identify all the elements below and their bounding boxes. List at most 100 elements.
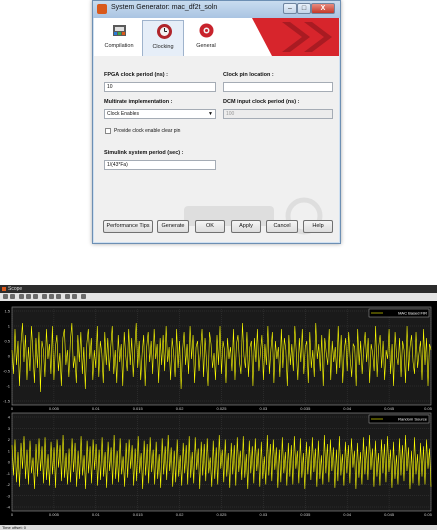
x-tick-label: 0 xyxy=(11,512,14,517)
restore-axes-icon[interactable] xyxy=(56,294,61,299)
xilinx-banner-graphic xyxy=(232,18,339,56)
x-tick-label: 0.02 xyxy=(176,406,185,411)
y-tick-label: -0.5 xyxy=(3,369,11,374)
legend: Random Source xyxy=(368,414,430,424)
x-tick-label: 0 xyxy=(11,406,14,411)
y-tick-label: -4 xyxy=(6,505,10,510)
tab-compilation[interactable]: Compilation xyxy=(98,20,140,56)
xilinx-logo-icon xyxy=(97,4,107,14)
multirate-dropdown[interactable]: Clock Enables ▼ xyxy=(104,109,216,119)
dcm-field: 100 xyxy=(223,109,333,119)
x-tick-label: 0.03 xyxy=(260,512,269,517)
floating-scope-icon[interactable] xyxy=(65,294,70,299)
simulink-period-field[interactable]: 1/(43*Fa) xyxy=(104,160,216,170)
y-tick-label: 2 xyxy=(8,437,11,442)
y-tick-label: 0 xyxy=(8,460,11,465)
legend: MAC Based FIR xyxy=(368,308,430,318)
zoom-y-icon[interactable] xyxy=(33,294,38,299)
x-tick-label: 0.015 xyxy=(133,512,144,517)
x-tick-label: 0.005 xyxy=(49,406,60,411)
scope-window: Scope 1.5 1 0.5 0 -0.5 -1 -1.5 0 0.005 0.01 0.015 0… xyxy=(0,285,437,530)
generate-button[interactable]: Generate xyxy=(157,220,189,233)
scope-axes-1: 1.510.50-0.5-1-1.50 0.005 0.01 0.015 0.02 0.0… xyxy=(3,306,433,411)
x-tick-label: 0.05 xyxy=(424,512,433,517)
x-tick-label: 0.035 xyxy=(300,406,311,411)
x-tick-label: 0.01 xyxy=(92,406,101,411)
legend-label: Random Source xyxy=(398,417,428,422)
close-button[interactable]: X xyxy=(311,3,335,14)
x-tick-label: 0.01 xyxy=(92,512,101,517)
scope-title-bar: Scope xyxy=(0,285,437,293)
cancel-button[interactable]: Cancel xyxy=(266,220,298,233)
provide-clear-label: Provide clock enable clear pin xyxy=(114,128,181,134)
y-tick-label: 1.5 xyxy=(4,309,10,314)
multirate-value: Clock Enables xyxy=(107,111,139,117)
tab-clocking[interactable]: Clocking xyxy=(142,20,184,56)
y-tick-label: -2 xyxy=(6,482,10,487)
chip-icon xyxy=(113,25,126,36)
y-tick-label: 0.5 xyxy=(4,339,10,344)
y-tick-label: 1 xyxy=(8,324,11,329)
scope-status-bar: Time offset: 0 xyxy=(0,525,437,530)
scope-title: Scope xyxy=(8,286,23,292)
matlab-logo-icon xyxy=(2,287,6,291)
y-tick-label: -3 xyxy=(6,493,10,498)
apply-button[interactable]: Apply xyxy=(231,220,261,233)
dcm-label: DCM input clock period (ns) : xyxy=(223,99,300,105)
help-button[interactable]: Help xyxy=(303,220,333,233)
zoom-in-icon[interactable] xyxy=(19,294,24,299)
y-tick-label: 0 xyxy=(8,354,11,359)
y-tick-label: 4 xyxy=(8,415,11,420)
y-tick-label: -1.5 xyxy=(3,399,11,404)
sysgen-dialog: System Generator: mac_df2t_soln – □ X Co… xyxy=(92,0,341,244)
fpga-clock-field[interactable]: 10 xyxy=(104,82,216,92)
simulink-period-label: Simulink system period (sec) : xyxy=(104,150,184,156)
y-tick-label: 3 xyxy=(8,426,11,431)
window-title: System Generator: mac_df2t_soln xyxy=(111,4,218,11)
clock-pin-field[interactable] xyxy=(223,82,333,92)
x-tick-label: 0.025 xyxy=(216,512,227,517)
tab-strip: Compilation Clocking General xyxy=(94,18,339,56)
x-tick-label: 0.035 xyxy=(300,512,311,517)
tab-label: Clocking xyxy=(152,44,174,50)
autoscale-icon[interactable] xyxy=(42,294,47,299)
save-axes-icon[interactable] xyxy=(49,294,54,299)
time-offset-text: Time offset: 0 xyxy=(2,525,27,530)
zoom-x-icon[interactable] xyxy=(26,294,31,299)
minimize-button[interactable]: – xyxy=(283,3,297,14)
tab-label: General xyxy=(196,43,216,49)
x-tick-label: 0.005 xyxy=(49,512,60,517)
provide-clear-checkbox[interactable] xyxy=(105,128,111,134)
x-tick-label: 0.045 xyxy=(384,512,395,517)
gear-icon xyxy=(199,23,214,38)
x-tick-label: 0.02 xyxy=(176,512,185,517)
maximize-button[interactable]: □ xyxy=(297,3,311,14)
legend-label: MAC Based FIR xyxy=(398,311,427,316)
y-tick-label: 1 xyxy=(8,448,11,453)
ok-button[interactable]: OK xyxy=(195,220,225,233)
x-tick-label: 0.025 xyxy=(216,406,227,411)
tab-general[interactable]: General xyxy=(185,20,227,56)
performance-tips-button[interactable]: Performance Tips xyxy=(103,220,153,233)
x-tick-label: 0.04 xyxy=(343,512,352,517)
print-icon[interactable] xyxy=(3,294,8,299)
x-tick-label: 0.05 xyxy=(424,406,433,411)
x-tick-label: 0.045 xyxy=(384,406,395,411)
scope-plot-area[interactable]: 1.510.50-0.5-1-1.50 0.005 0.01 0.015 0.02 0.0… xyxy=(0,301,437,525)
clock-pin-label: Clock pin location : xyxy=(223,72,274,78)
scope-toolbar xyxy=(0,293,437,301)
clock-gear-icon xyxy=(157,24,172,39)
x-tick-label: 0.04 xyxy=(343,406,352,411)
parameters-icon[interactable] xyxy=(10,294,15,299)
scope-axes-2: 43210-1-2-3-40 0.005 0.01 0.015 0.02 0.025 0.0… xyxy=(6,412,433,517)
title-bar: System Generator: mac_df2t_soln – □ X xyxy=(93,1,340,18)
chevron-down-icon: ▼ xyxy=(208,111,213,117)
y-tick-label: -1 xyxy=(6,471,10,476)
tab-label: Compilation xyxy=(104,43,134,49)
multirate-label: Multirate implementation : xyxy=(104,99,173,105)
signal-selection-icon[interactable] xyxy=(81,294,86,299)
clocking-panel: FPGA clock period (ns) : 10 Clock pin lo… xyxy=(94,56,339,242)
lock-axes-icon[interactable] xyxy=(72,294,77,299)
y-tick-label: -1 xyxy=(6,384,10,389)
x-tick-label: 0.015 xyxy=(133,406,144,411)
